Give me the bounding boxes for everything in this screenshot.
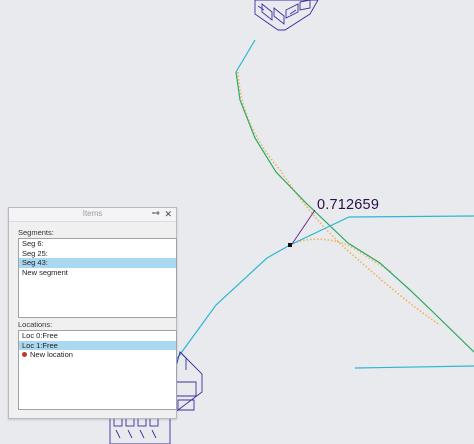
- segments-list[interactable]: Seg 6: Seg 25: Seg 43: New segment: [18, 238, 177, 318]
- location-item[interactable]: Loc 0:Free: [19, 331, 176, 341]
- segment-item-label: New segment: [22, 267, 68, 277]
- location-item-selected[interactable]: Loc 1:Free: [19, 340, 176, 350]
- location-item-label: Loc 0:Free: [22, 331, 58, 340]
- segment-item[interactable]: Seg 6:: [19, 239, 176, 249]
- connector-icon[interactable]: [254, 0, 319, 31]
- close-icon[interactable]: ✕: [164, 208, 172, 220]
- cable-route-upper: [235, 39, 474, 353]
- locations-label: Locations:: [18, 320, 53, 329]
- items-panel: Items ✕ Segments: Seg 6: Seg 25: Seg 43:…: [8, 207, 177, 419]
- segments-label: Segments:: [18, 228, 54, 237]
- pin-icon[interactable]: [152, 210, 160, 218]
- panel-title: Items: [82, 209, 103, 218]
- measurement-value: 0.712659: [317, 197, 380, 213]
- segment-item-label: Seg 25:: [22, 248, 48, 258]
- segment-item-selected[interactable]: Seg 43:: [19, 258, 176, 268]
- dotted-curve-branch: [289, 238, 393, 273]
- location-item-label: Loc 1:Free: [22, 340, 58, 350]
- location-marker-icon: [22, 352, 27, 358]
- segment-item-label: Seg 43:: [22, 258, 48, 267]
- panel-titlebar[interactable]: Items ✕: [9, 208, 176, 222]
- segment-item-label: Seg 6:: [22, 239, 44, 248]
- new-location-item[interactable]: New location: [19, 350, 176, 360]
- location-item-label: New location: [30, 350, 73, 359]
- branch-line-right: [289, 215, 474, 246]
- measure-point[interactable]: [288, 243, 292, 247]
- segment-item[interactable]: Seg 25:: [19, 249, 176, 259]
- branch-line-bottom: [354, 365, 474, 369]
- new-segment-item[interactable]: New segment: [19, 268, 176, 278]
- branch-line-left: [175, 244, 291, 361]
- locations-list[interactable]: Loc 0:Free Loc 1:Free New location: [18, 330, 177, 410]
